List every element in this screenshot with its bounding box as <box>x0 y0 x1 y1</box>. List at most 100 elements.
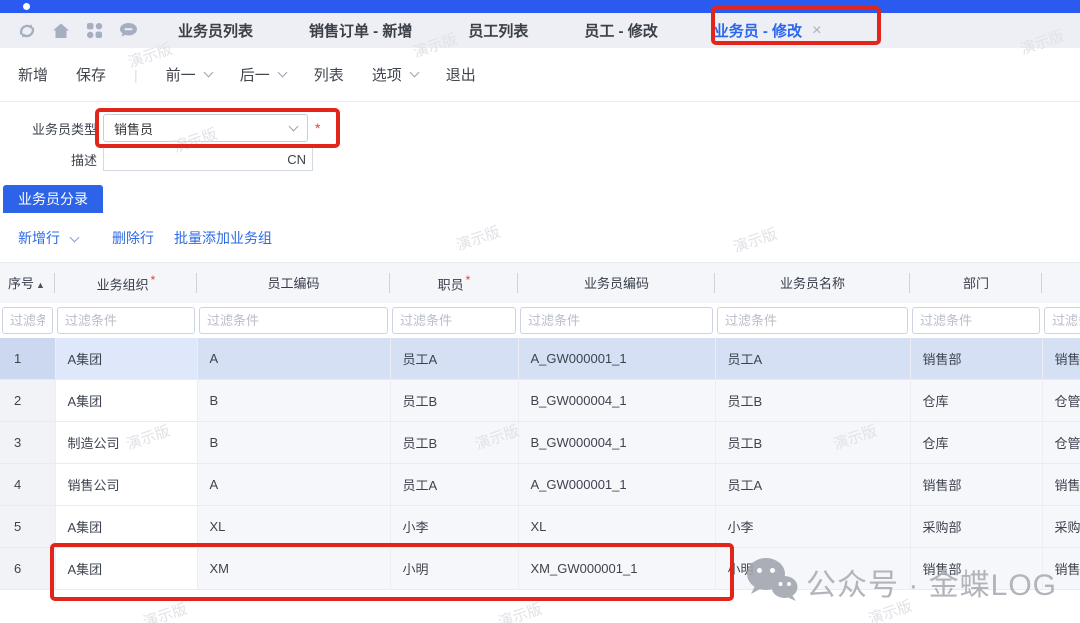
grid-cell[interactable]: 员工B <box>715 422 910 464</box>
grid-cell[interactable]: 2 <box>0 380 55 422</box>
tab-employee-edit[interactable]: 员工 - 修改 <box>584 20 657 41</box>
filter-input[interactable] <box>57 307 195 334</box>
next-button[interactable]: 后一 <box>240 64 286 85</box>
grid-cell[interactable]: 采购 <box>1042 506 1080 548</box>
grid-cell[interactable]: 小明 <box>390 548 518 590</box>
grid-cell[interactable]: A <box>197 464 390 506</box>
grid-cell[interactable]: 仓管 <box>1042 422 1080 464</box>
grid-cell[interactable]: 小明 <box>715 548 910 590</box>
column-header[interactable]: 序号▲ <box>0 263 55 303</box>
table-row[interactable]: 4销售公司A员工AA_GW000001_1员工A销售部销售 <box>0 464 1080 506</box>
grid-cell[interactable]: 采购部 <box>910 506 1042 548</box>
grid-cell[interactable]: 员工A <box>390 338 518 380</box>
column-header[interactable]: 业务组织* <box>55 263 197 303</box>
table-row[interactable]: 6A集团XM小明XM_GW000001_1小明销售部销售 <box>0 548 1080 590</box>
tab-sales-order-new[interactable]: 销售订单 - 新增 <box>309 20 412 41</box>
salesperson-type-select[interactable]: 销售员 <box>103 114 308 142</box>
grid-cell[interactable]: 销售 <box>1042 338 1080 380</box>
grid-cell[interactable]: A_GW000001_1 <box>518 338 715 380</box>
column-header[interactable]: 员工编码 <box>197 263 390 303</box>
grid-cell[interactable]: 销售部 <box>910 464 1042 506</box>
options-button[interactable]: 选项 <box>372 64 418 85</box>
salesperson-type-value: 销售员 <box>114 119 153 138</box>
grid-cell[interactable]: 销售 <box>1042 548 1080 590</box>
tab-salesperson-entries[interactable]: 业务员分录 <box>3 185 103 213</box>
tab-salesperson-edit[interactable]: 业务员 - 修改 × <box>714 20 822 41</box>
grid-cell[interactable]: 销售部 <box>910 338 1042 380</box>
grid-cell[interactable]: B_GW000004_1 <box>518 380 715 422</box>
column-header[interactable]: 职员* <box>390 263 518 303</box>
grid-cell[interactable]: 员工B <box>390 380 518 422</box>
table-row[interactable]: 2A集团B员工BB_GW000004_1员工B仓库仓管 <box>0 380 1080 422</box>
exit-button[interactable]: 退出 <box>446 64 476 85</box>
tab-salesperson-list[interactable]: 业务员列表 <box>178 20 253 41</box>
filter-input[interactable] <box>1044 307 1080 334</box>
table-row[interactable]: 1A集团A员工AA_GW000001_1员工A销售部销售 <box>0 338 1080 380</box>
grid-cell[interactable]: 小李 <box>390 506 518 548</box>
grid-cell[interactable]: XL <box>518 506 715 548</box>
message-icon[interactable] <box>119 22 138 39</box>
grid-cell[interactable]: XL <box>197 506 390 548</box>
list-button[interactable]: 列表 <box>314 64 344 85</box>
apps-grid-icon[interactable] <box>86 22 103 39</box>
required-star: * <box>151 273 156 287</box>
grid-cell[interactable]: 1 <box>0 338 55 380</box>
grid-cell[interactable]: 销售部 <box>910 548 1042 590</box>
add-row-button[interactable]: 新增行 <box>18 228 60 248</box>
grid-cell[interactable]: 销售公司 <box>55 464 197 506</box>
save-button[interactable]: 保存 <box>76 64 106 85</box>
delete-row-button[interactable]: 删除行 <box>112 228 154 248</box>
home-icon[interactable] <box>52 22 70 40</box>
grid-cell[interactable]: 5 <box>0 506 55 548</box>
chevron-down-icon <box>289 121 299 131</box>
grid-cell[interactable]: 3 <box>0 422 55 464</box>
sort-asc-icon[interactable]: ▲ <box>36 280 45 290</box>
grid-cell[interactable]: A集团 <box>55 380 197 422</box>
grid-cell[interactable]: B <box>197 422 390 464</box>
tab-label: 销售订单 - 新增 <box>309 20 412 41</box>
table-row[interactable]: 3制造公司B员工BB_GW000004_1员工B仓库仓管 <box>0 422 1080 464</box>
column-header[interactable]: 业务员名称 <box>715 263 910 303</box>
column-header[interactable]: 部门 <box>910 263 1042 303</box>
grid-cell[interactable]: A <box>197 338 390 380</box>
table-row[interactable]: 5A集团XL小李XL小李采购部采购 <box>0 506 1080 548</box>
chevron-down-icon[interactable] <box>70 233 80 243</box>
filter-input[interactable] <box>199 307 388 334</box>
grid-cell[interactable]: 小李 <box>715 506 910 548</box>
grid-cell[interactable]: B <box>197 380 390 422</box>
grid-cell[interactable]: 制造公司 <box>55 422 197 464</box>
batch-add-group-button[interactable]: 批量添加业务组 <box>174 228 272 248</box>
column-header[interactable]: 业务员编码 <box>518 263 715 303</box>
grid-cell[interactable]: 员工B <box>390 422 518 464</box>
grid-cell[interactable]: 员工A <box>715 338 910 380</box>
grid-cell[interactable]: XM <box>197 548 390 590</box>
grid-cell[interactable]: 销售 <box>1042 464 1080 506</box>
filter-input[interactable] <box>717 307 908 334</box>
grid-cell[interactable]: 仓管 <box>1042 380 1080 422</box>
grid-cell[interactable]: 仓库 <box>910 380 1042 422</box>
close-icon[interactable]: × <box>812 23 821 39</box>
column-header[interactable] <box>1042 263 1080 303</box>
filter-input[interactable] <box>520 307 713 334</box>
demo-watermark: 演示版 <box>730 223 779 258</box>
grid-cell[interactable]: A集团 <box>55 548 197 590</box>
grid-cell[interactable]: 员工A <box>390 464 518 506</box>
description-field[interactable]: CN <box>103 147 313 171</box>
grid-cell[interactable]: B_GW000004_1 <box>518 422 715 464</box>
filter-input[interactable] <box>912 307 1040 334</box>
filter-input[interactable] <box>2 307 53 334</box>
grid-cell[interactable]: A集团 <box>55 338 197 380</box>
grid-cell[interactable]: 4 <box>0 464 55 506</box>
grid-cell[interactable]: 6 <box>0 548 55 590</box>
grid-cell[interactable]: 员工A <box>715 464 910 506</box>
grid-cell[interactable]: XM_GW000001_1 <box>518 548 715 590</box>
grid-cell[interactable]: A集团 <box>55 506 197 548</box>
grid-cell[interactable]: 员工B <box>715 380 910 422</box>
filter-input[interactable] <box>392 307 516 334</box>
grid-cell[interactable]: A_GW000001_1 <box>518 464 715 506</box>
previous-button[interactable]: 前一 <box>166 64 212 85</box>
new-button[interactable]: 新增 <box>18 64 48 85</box>
grid-cell[interactable]: 仓库 <box>910 422 1042 464</box>
sync-icon[interactable] <box>18 22 36 40</box>
tab-employee-list[interactable]: 员工列表 <box>468 20 528 41</box>
